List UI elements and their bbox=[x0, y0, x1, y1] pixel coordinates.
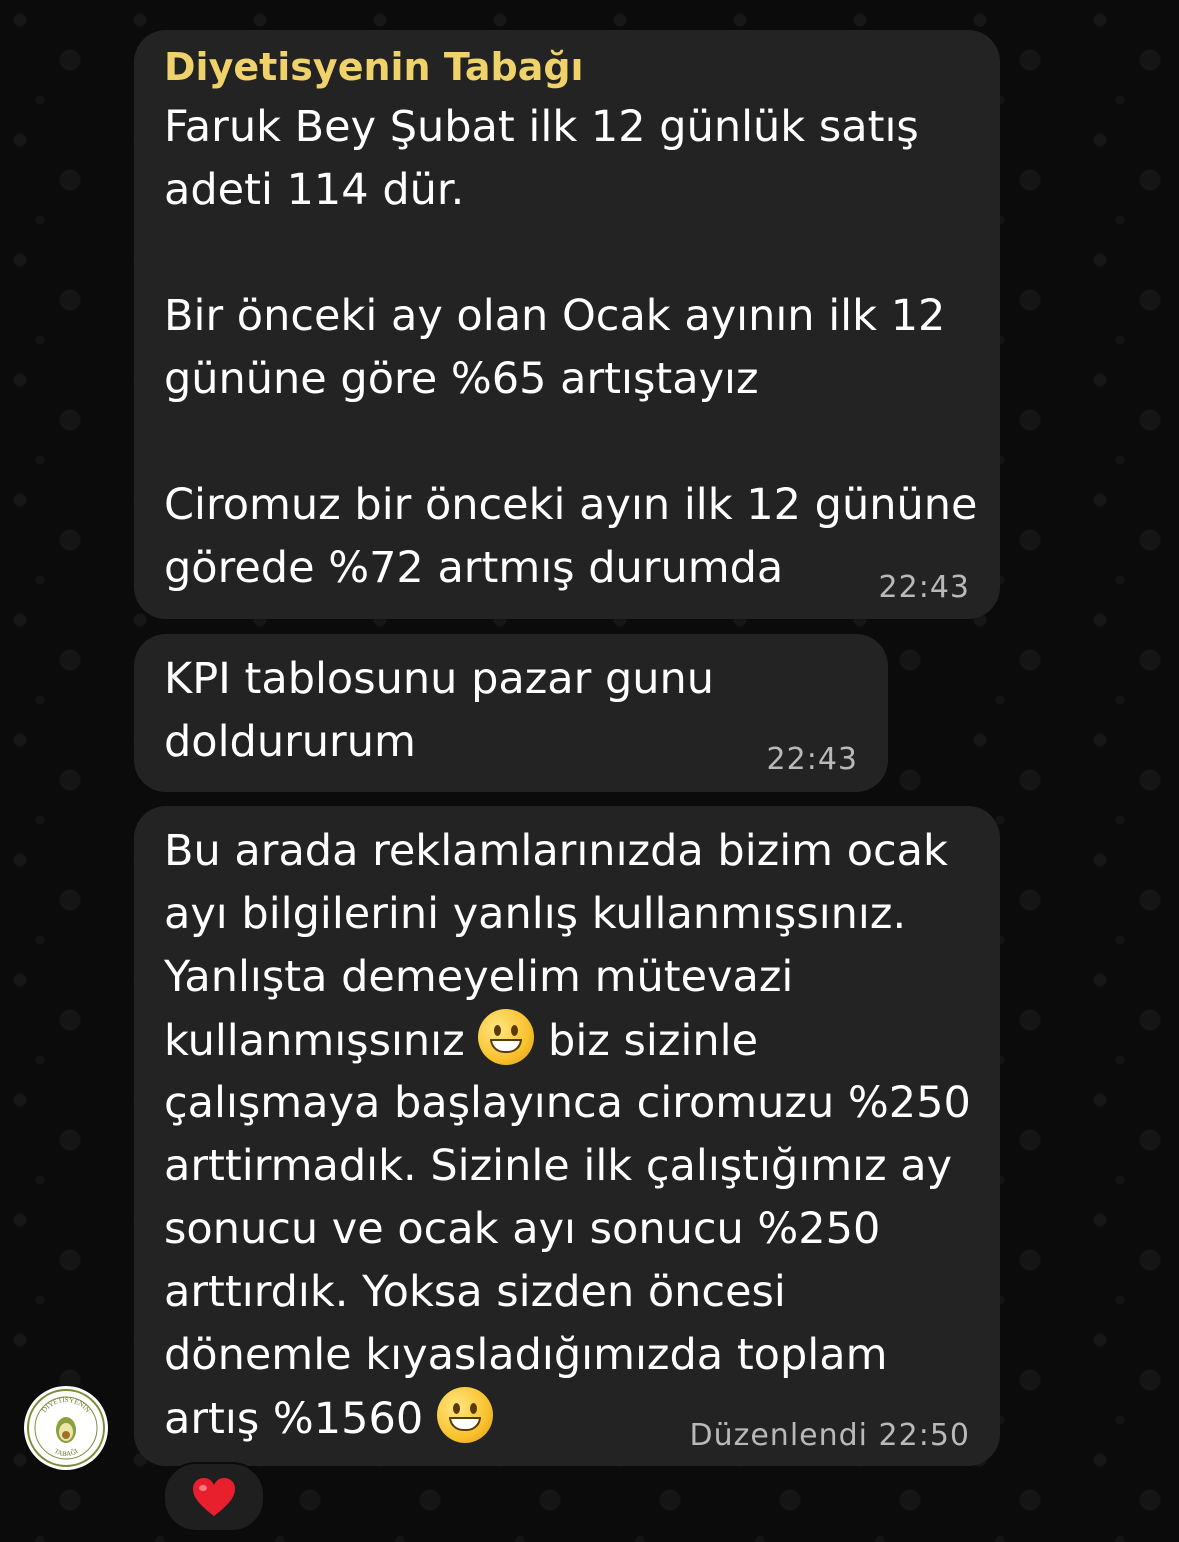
message-timestamp: Düzenlendi 22:50 bbox=[689, 1418, 970, 1453]
message-line: doldururum bbox=[164, 717, 416, 767]
message-text: kullanmışsınız bbox=[164, 1016, 465, 1066]
message-line: adeti 114 dür. bbox=[164, 165, 465, 215]
message-line-with-emoji: kullanmışsınız biz sizinle bbox=[164, 1009, 758, 1073]
message-line: çalışmaya başlayınca ciromuzu %250 bbox=[164, 1078, 971, 1128]
message-timestamp: 22:43 bbox=[878, 570, 970, 605]
message-bubble-1[interactable]: Diyetisyenin Tabağı Faruk Bey Şubat ilk … bbox=[134, 30, 1000, 619]
message-line: sonucu ve ocak ayı sonucu %250 bbox=[164, 1204, 881, 1254]
message-line: KPI tablosunu pazar gunu bbox=[164, 654, 715, 704]
message-text: artış %1560 bbox=[164, 1394, 424, 1444]
message-timestamp: 22:43 bbox=[766, 742, 858, 777]
message-bubble-3[interactable]: Bu arada reklamlarınızda bizim ocak ayı … bbox=[134, 806, 1000, 1466]
avocado-logo-icon: DİYETİSYENİN TABAĞI bbox=[27, 1389, 105, 1467]
message-text: biz sizinle bbox=[548, 1016, 759, 1066]
message-bubble-2[interactable]: KPI tablosunu pazar gunu doldururum 22:4… bbox=[134, 634, 888, 792]
grinning-face-emoji bbox=[478, 1009, 535, 1065]
message-line: gününe göre %65 artıştayız bbox=[164, 354, 759, 404]
message-line: Bir önceki ay olan Ocak ayının ilk 12 bbox=[164, 291, 946, 341]
message-line: dönemle kıyasladığımızda toplam bbox=[164, 1330, 888, 1380]
message-reaction[interactable] bbox=[163, 1462, 265, 1532]
sender-avatar[interactable]: DİYETİSYENİN TABAĞI bbox=[24, 1386, 108, 1470]
message-line: Faruk Bey Şubat ilk 12 günlük satış bbox=[164, 102, 919, 152]
message-line-with-emoji: artış %1560 bbox=[164, 1387, 493, 1451]
message-line: görede %72 artmış durumda bbox=[164, 543, 784, 593]
message-line: Ciromuz bir önceki ayın ilk 12 gününe bbox=[164, 480, 978, 530]
message-line: arttırdık. Yoksa sizden öncesi bbox=[164, 1267, 786, 1317]
message-line: Bu arada reklamlarınızda bizim ocak bbox=[164, 826, 948, 876]
message-line: ayı bilgilerini yanlış kullanmışsınız. bbox=[164, 889, 907, 939]
message-line: arttirmadık. Sizinle ilk çalıştığımız ay bbox=[164, 1141, 953, 1191]
sender-name[interactable]: Diyetisyenin Tabağı bbox=[164, 48, 584, 86]
smiling-face-emoji bbox=[436, 1387, 493, 1443]
message-line: Yanlışta demeyelim mütevazi bbox=[164, 952, 794, 1002]
heart-emoji-icon bbox=[193, 1478, 235, 1516]
